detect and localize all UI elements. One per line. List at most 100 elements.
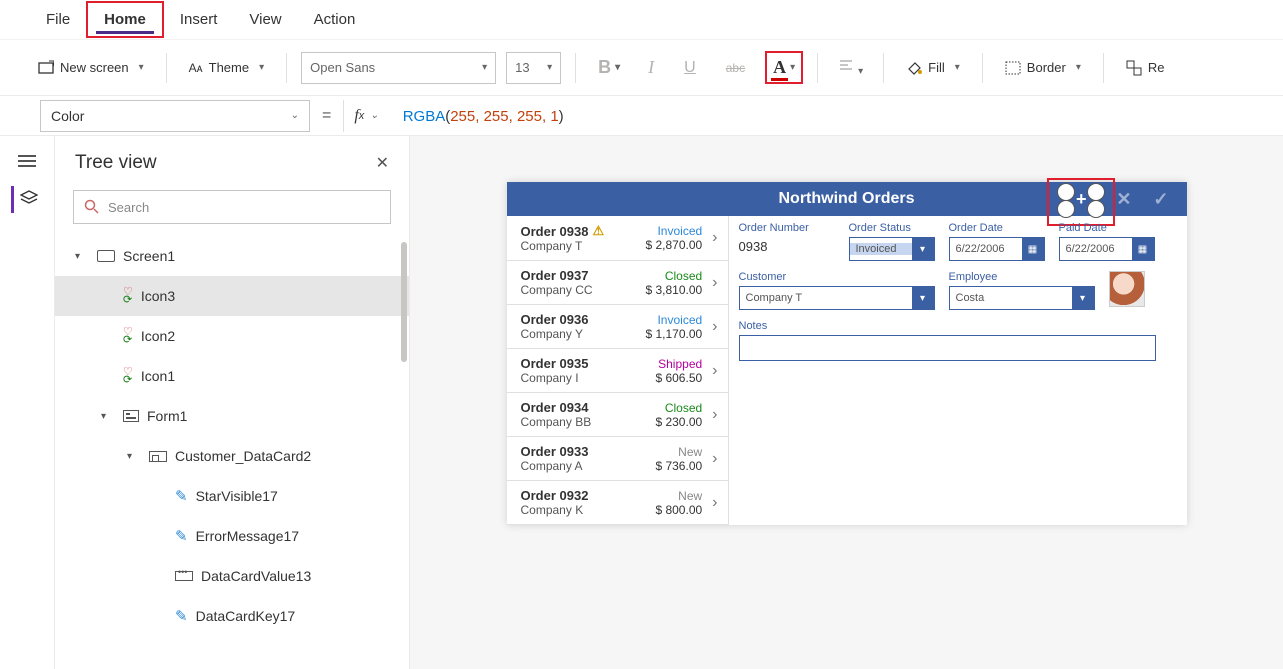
font-color-button[interactable]: A▾ (765, 51, 803, 84)
property-dropdown[interactable]: Color ⌄ (40, 100, 310, 132)
italic-button[interactable]: I (638, 57, 664, 78)
chevron-down-icon: ▾ (955, 62, 960, 73)
submit-icon[interactable]: ✓ (1153, 189, 1168, 210)
tree-search-input[interactable]: Search (73, 190, 391, 224)
tree-node-label: ErrorMessage17 (196, 528, 300, 544)
order-name: Order 0935 (521, 356, 589, 371)
close-icon[interactable]: ✕ (376, 153, 389, 173)
theme-button[interactable]: Aᴀ Theme▾ (181, 56, 272, 79)
fill-button[interactable]: Fill▾ (898, 56, 968, 80)
employee-label: Employee (949, 271, 1095, 283)
tree-view-rail-icon[interactable] (11, 186, 44, 213)
order-company: Company K (521, 503, 650, 517)
fx-icon[interactable]: fx⌄ (343, 100, 382, 132)
new-screen-button[interactable]: New screen▾ (30, 56, 152, 80)
employee-dropdown[interactable]: Costa▾ (949, 286, 1095, 310)
order-row[interactable]: Order 0934Company BBClosed$ 230.00› (507, 393, 728, 437)
tree-node[interactable]: ♡⟳Icon2 (55, 316, 409, 356)
order-name: Order 0937 (521, 268, 589, 283)
chevron-down-icon: ▾ (912, 287, 934, 309)
order-row[interactable]: Order 0933Company ANew$ 736.00› (507, 437, 728, 481)
order-amount: $ 230.00 (655, 415, 702, 429)
order-status-dropdown[interactable]: Invoiced▾ (849, 237, 935, 261)
menu-file[interactable]: File (30, 3, 86, 36)
warning-icon: ⚠ (592, 223, 604, 239)
paid-date-input[interactable]: 6/22/2006▦ (1059, 237, 1155, 261)
icon-control-icon: ♡⟳ (123, 328, 133, 344)
tree-node-label: Screen1 (123, 248, 175, 264)
notes-input[interactable] (739, 335, 1156, 361)
order-name: Order 0934 (521, 400, 589, 415)
strikethrough-button[interactable]: abc (716, 61, 755, 75)
menu-action[interactable]: Action (298, 3, 372, 36)
chevron-down-icon: ▾ (259, 62, 264, 73)
formula-fn: RGBA (403, 108, 446, 125)
workspace: Tree view ✕ Search ▾Screen1♡⟳Icon3♡⟳Icon… (0, 136, 1283, 669)
order-number-value: 0938 (739, 237, 835, 254)
chevron-down-icon: ⌄ (370, 110, 378, 121)
chevron-down-icon: ▾ (858, 66, 863, 77)
order-amount: $ 736.00 (655, 459, 702, 473)
control-icon: ✎ (175, 607, 188, 625)
order-amount: $ 800.00 (655, 503, 702, 517)
chevron-right-icon: › (708, 362, 717, 380)
tree-node[interactable]: ✎StarVisible17 (55, 476, 409, 516)
menu-home[interactable]: Home (86, 1, 164, 38)
order-company: Company Y (521, 327, 640, 341)
order-amount: $ 3,810.00 (645, 283, 702, 297)
order-row[interactable]: Order 0936Company YInvoiced$ 1,170.00› (507, 305, 728, 349)
menu-insert[interactable]: Insert (164, 3, 234, 36)
tree-node[interactable]: ✎ErrorMessage17 (55, 516, 409, 556)
chevron-down-icon: ⌄ (291, 110, 299, 121)
order-date-input[interactable]: 6/22/2006▦ (949, 237, 1045, 261)
expand-caret[interactable]: ▾ (101, 411, 115, 422)
control-icon: ✎ (175, 487, 188, 505)
order-row[interactable]: Order 0935Company IShipped$ 606.50› (507, 349, 728, 393)
menu-view[interactable]: View (233, 3, 297, 36)
cancel-icon[interactable]: ✕ (1116, 189, 1131, 210)
order-number-label: Order Number (739, 222, 835, 234)
order-company: Company BB (521, 415, 650, 429)
tree-node[interactable]: DataCardValue13 (55, 556, 409, 596)
formula-input[interactable]: RGBA(255, 255, 255, 1) (393, 107, 564, 125)
order-row[interactable]: Order 0937Company CCClosed$ 3,810.00› (507, 261, 728, 305)
tree-node-label: Icon3 (141, 288, 175, 304)
datacard-icon (149, 451, 167, 462)
order-row[interactable]: Order 0938⚠Company TInvoiced$ 2,870.00› (507, 216, 728, 261)
order-amount: $ 1,170.00 (645, 327, 702, 341)
chevron-right-icon: › (708, 450, 717, 468)
order-status: Shipped (655, 357, 702, 371)
reorder-button[interactable]: Re (1118, 56, 1173, 80)
tree-node[interactable]: ▾Form1 (55, 396, 409, 436)
font-size-dropdown[interactable]: 13▾ (506, 52, 561, 84)
chevron-down-icon: ▾ (790, 62, 795, 73)
chevron-down-icon: ▾ (482, 62, 487, 73)
reorder-label: Re (1148, 60, 1165, 75)
chevron-right-icon: › (708, 406, 717, 424)
underline-button[interactable]: U (674, 59, 706, 77)
canvas: Northwind Orders + ✕ ✓ Order 0938⚠Compan… (410, 136, 1283, 669)
tree-node[interactable]: ✎DataCardKey17 (55, 596, 409, 636)
order-company: Company T (521, 239, 640, 253)
border-label: Border (1027, 60, 1066, 75)
order-gallery[interactable]: Order 0938⚠Company TInvoiced$ 2,870.00›O… (507, 216, 729, 525)
tree-node[interactable]: ▾ Screen1 (55, 236, 409, 276)
scrollbar-thumb[interactable] (401, 242, 407, 362)
align-button[interactable]: ▾ (832, 58, 869, 77)
form-icon (123, 410, 139, 422)
order-name: Order 0936 (521, 312, 589, 327)
bold-button[interactable]: B▾ (590, 57, 628, 78)
reorder-icon (1126, 60, 1142, 76)
tree-node[interactable]: ♡⟳Icon3 (55, 276, 409, 316)
border-button[interactable]: Border▾ (997, 56, 1089, 80)
expand-caret[interactable]: ▾ (127, 451, 141, 462)
customer-dropdown[interactable]: Company T▾ (739, 286, 935, 310)
font-name-dropdown[interactable]: Open Sans▾ (301, 52, 496, 84)
tree-node[interactable]: ♡⟳Icon1 (55, 356, 409, 396)
separator (575, 53, 576, 83)
order-row[interactable]: Order 0932Company KNew$ 800.00› (507, 481, 728, 525)
hamburger-icon[interactable] (18, 152, 36, 170)
chevron-down-icon: ▾ (139, 62, 144, 73)
expand-caret[interactable]: ▾ (75, 251, 89, 262)
tree-node[interactable]: ▾Customer_DataCard2 (55, 436, 409, 476)
